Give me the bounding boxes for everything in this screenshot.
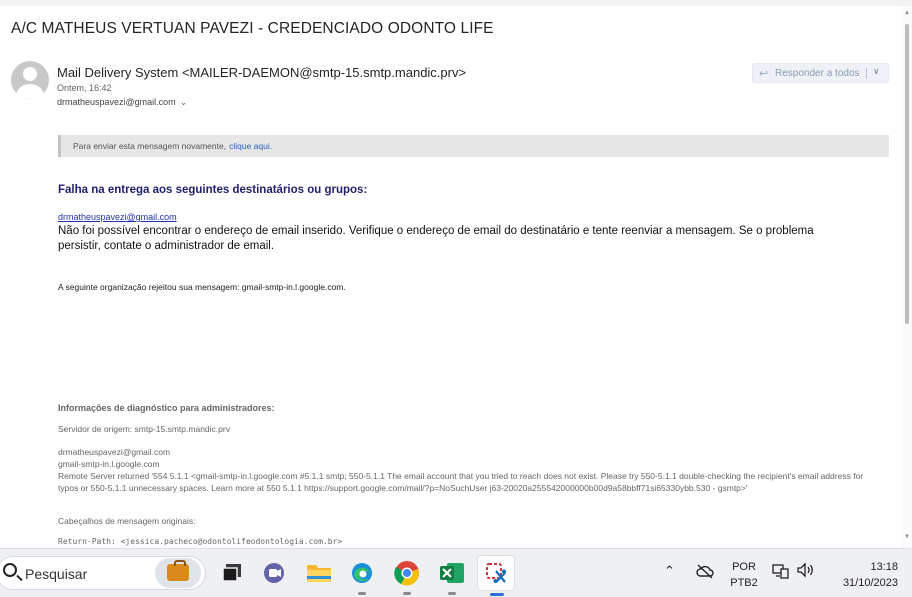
return-path-header: Return-Path: <jessica.pacheco@odontolife… — [58, 537, 343, 546]
scroll-down-icon[interactable]: ▼ — [904, 534, 910, 540]
running-indicator — [403, 592, 411, 595]
system-clock[interactable]: 13:18 31/10/2023 — [826, 559, 898, 591]
active-indicator — [490, 593, 504, 596]
recipient-line[interactable]: drmatheuspavezi@gmail.com ⌄ — [57, 97, 187, 108]
avatar-head-shape — [23, 67, 37, 81]
search-icon — [3, 563, 17, 577]
delivery-failure-message: Não foi possível encontrar o endereço de… — [58, 225, 814, 252]
taskbar: Pesquisar ⌃ POR PTB2 13:18 31/10/2023 — [0, 548, 912, 597]
recipient-address: drmatheuspavezi@gmail.com — [57, 97, 176, 107]
running-indicator — [358, 592, 366, 595]
reply-all-label: Responder a todos — [775, 67, 860, 79]
chevron-up-icon[interactable]: ⌃ — [664, 563, 675, 579]
diagnostic-remote-server: gmail-smtp-in.l.google.com — [58, 459, 160, 469]
file-explorer-icon[interactable] — [303, 557, 335, 589]
search-placeholder: Pesquisar — [25, 566, 88, 582]
chrome-browser-icon[interactable] — [391, 557, 423, 595]
chevron-down-icon[interactable]: ∨ — [873, 66, 880, 77]
scroll-up-icon[interactable]: ▲ — [904, 10, 910, 16]
diagnostic-error: Remote Server returned '554 5.1.1 <gmail… — [58, 471, 864, 493]
original-headers-title: Cabeçalhos de mensagem originais: — [58, 516, 196, 526]
scrollbar-thumb[interactable] — [905, 24, 909, 324]
diagnostic-title: Informações de diagnóstico para administ… — [58, 403, 275, 413]
volume-icon[interactable] — [796, 562, 816, 581]
network-icon[interactable] — [772, 563, 790, 582]
snipping-tool-icon[interactable] — [477, 555, 515, 596]
resend-link[interactable]: clique aqui. — [229, 141, 272, 151]
clock-time: 13:18 — [870, 561, 898, 573]
clock-date: 31/10/2023 — [842, 577, 898, 589]
excel-icon[interactable] — [436, 557, 468, 595]
reading-pane: A/C MATHEUS VERTUAN PAVEZI - CREDENCIADO… — [0, 6, 912, 548]
sender-name[interactable]: Mail Delivery System <MAILER-DAEMON@smtp… — [57, 65, 466, 80]
resend-text: Para enviar esta mensagem novamente, — [73, 141, 227, 151]
chevron-down-icon[interactable]: ⌄ — [180, 97, 188, 107]
rejecting-organization: A seguinte organização rejeitou sua mens… — [58, 282, 346, 292]
avatar-body-shape — [16, 84, 44, 99]
sender-avatar[interactable] — [11, 61, 49, 99]
edge-browser-icon[interactable] — [346, 557, 378, 595]
failed-recipient-link[interactable]: drmatheuspavezi@gmail.com — [58, 212, 177, 222]
delivery-failure-title: Falha na entrega aos seguintes destinatá… — [58, 184, 368, 196]
button-divider — [866, 68, 867, 79]
taskbar-search[interactable]: Pesquisar — [0, 556, 206, 590]
email-subject: A/C MATHEUS VERTUAN PAVEZI - CREDENCIADO… — [11, 20, 494, 37]
vertical-scrollbar[interactable]: ▲ ▼ — [902, 6, 912, 548]
email-date: Ontem, 16:42 — [57, 83, 112, 93]
language-code: POR — [732, 561, 756, 573]
diagnostic-server: Servidor de origem: smtp-15.smtp.mandic.… — [58, 424, 230, 434]
diagnostic-recipient: drmatheuspavezi@gmail.com — [58, 447, 171, 457]
teams-chat-icon[interactable] — [258, 557, 290, 589]
search-highlight-icon[interactable] — [155, 558, 201, 588]
input-language[interactable]: POR PTB2 — [728, 559, 760, 591]
resend-info-bar: Para enviar esta mensagem novamente, cli… — [58, 135, 889, 157]
keyboard-layout: PTB2 — [730, 577, 758, 589]
reply-all-button[interactable]: ↩ Responder a todos ∨ — [752, 63, 889, 83]
onedrive-off-icon[interactable] — [696, 563, 714, 582]
reply-all-icon: ↩ — [759, 67, 769, 80]
diagnostic-details: drmatheuspavezi@gmail.com gmail-smtp-in.… — [58, 446, 878, 494]
running-indicator — [448, 592, 456, 595]
task-view-icon[interactable] — [216, 557, 248, 589]
